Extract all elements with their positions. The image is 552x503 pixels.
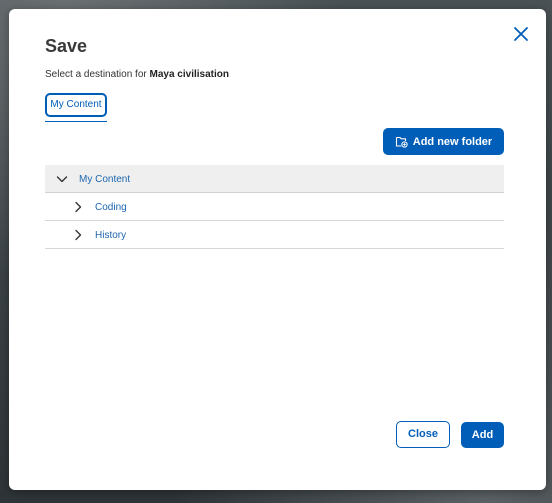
chevron-right-icon[interactable]: [72, 229, 84, 241]
subtitle-item-name: Maya civilisation: [149, 69, 229, 80]
close-icon[interactable]: [512, 25, 530, 43]
add-button[interactable]: Add: [461, 422, 504, 448]
add-new-folder-button[interactable]: Add new folder: [383, 128, 504, 155]
folder-plus-icon: [395, 136, 408, 148]
subtitle-prefix: Select a destination for: [45, 69, 150, 80]
close-button[interactable]: Close: [396, 421, 450, 448]
dialog-subtitle: Select a destination for Maya civilisati…: [45, 69, 229, 80]
tree-row-my-content[interactable]: My Content: [45, 165, 504, 193]
add-new-folder-label: Add new folder: [412, 135, 493, 148]
tab-active-underline: [45, 121, 107, 122]
dialog-title: Save: [45, 36, 88, 56]
tab-my-content[interactable]: My Content: [45, 93, 107, 117]
chevron-right-icon[interactable]: [72, 201, 84, 213]
tree-row-label: Coding: [95, 202, 127, 213]
tree-row-coding[interactable]: Coding: [45, 193, 504, 221]
folder-tree: My Content Coding History: [45, 165, 504, 249]
tree-row-history[interactable]: History: [45, 221, 504, 249]
tree-row-label: My Content: [79, 174, 131, 185]
tree-row-label: History: [95, 230, 127, 241]
chevron-down-icon[interactable]: [56, 173, 68, 185]
save-dialog: Save Select a destination for Maya civil…: [9, 9, 546, 490]
